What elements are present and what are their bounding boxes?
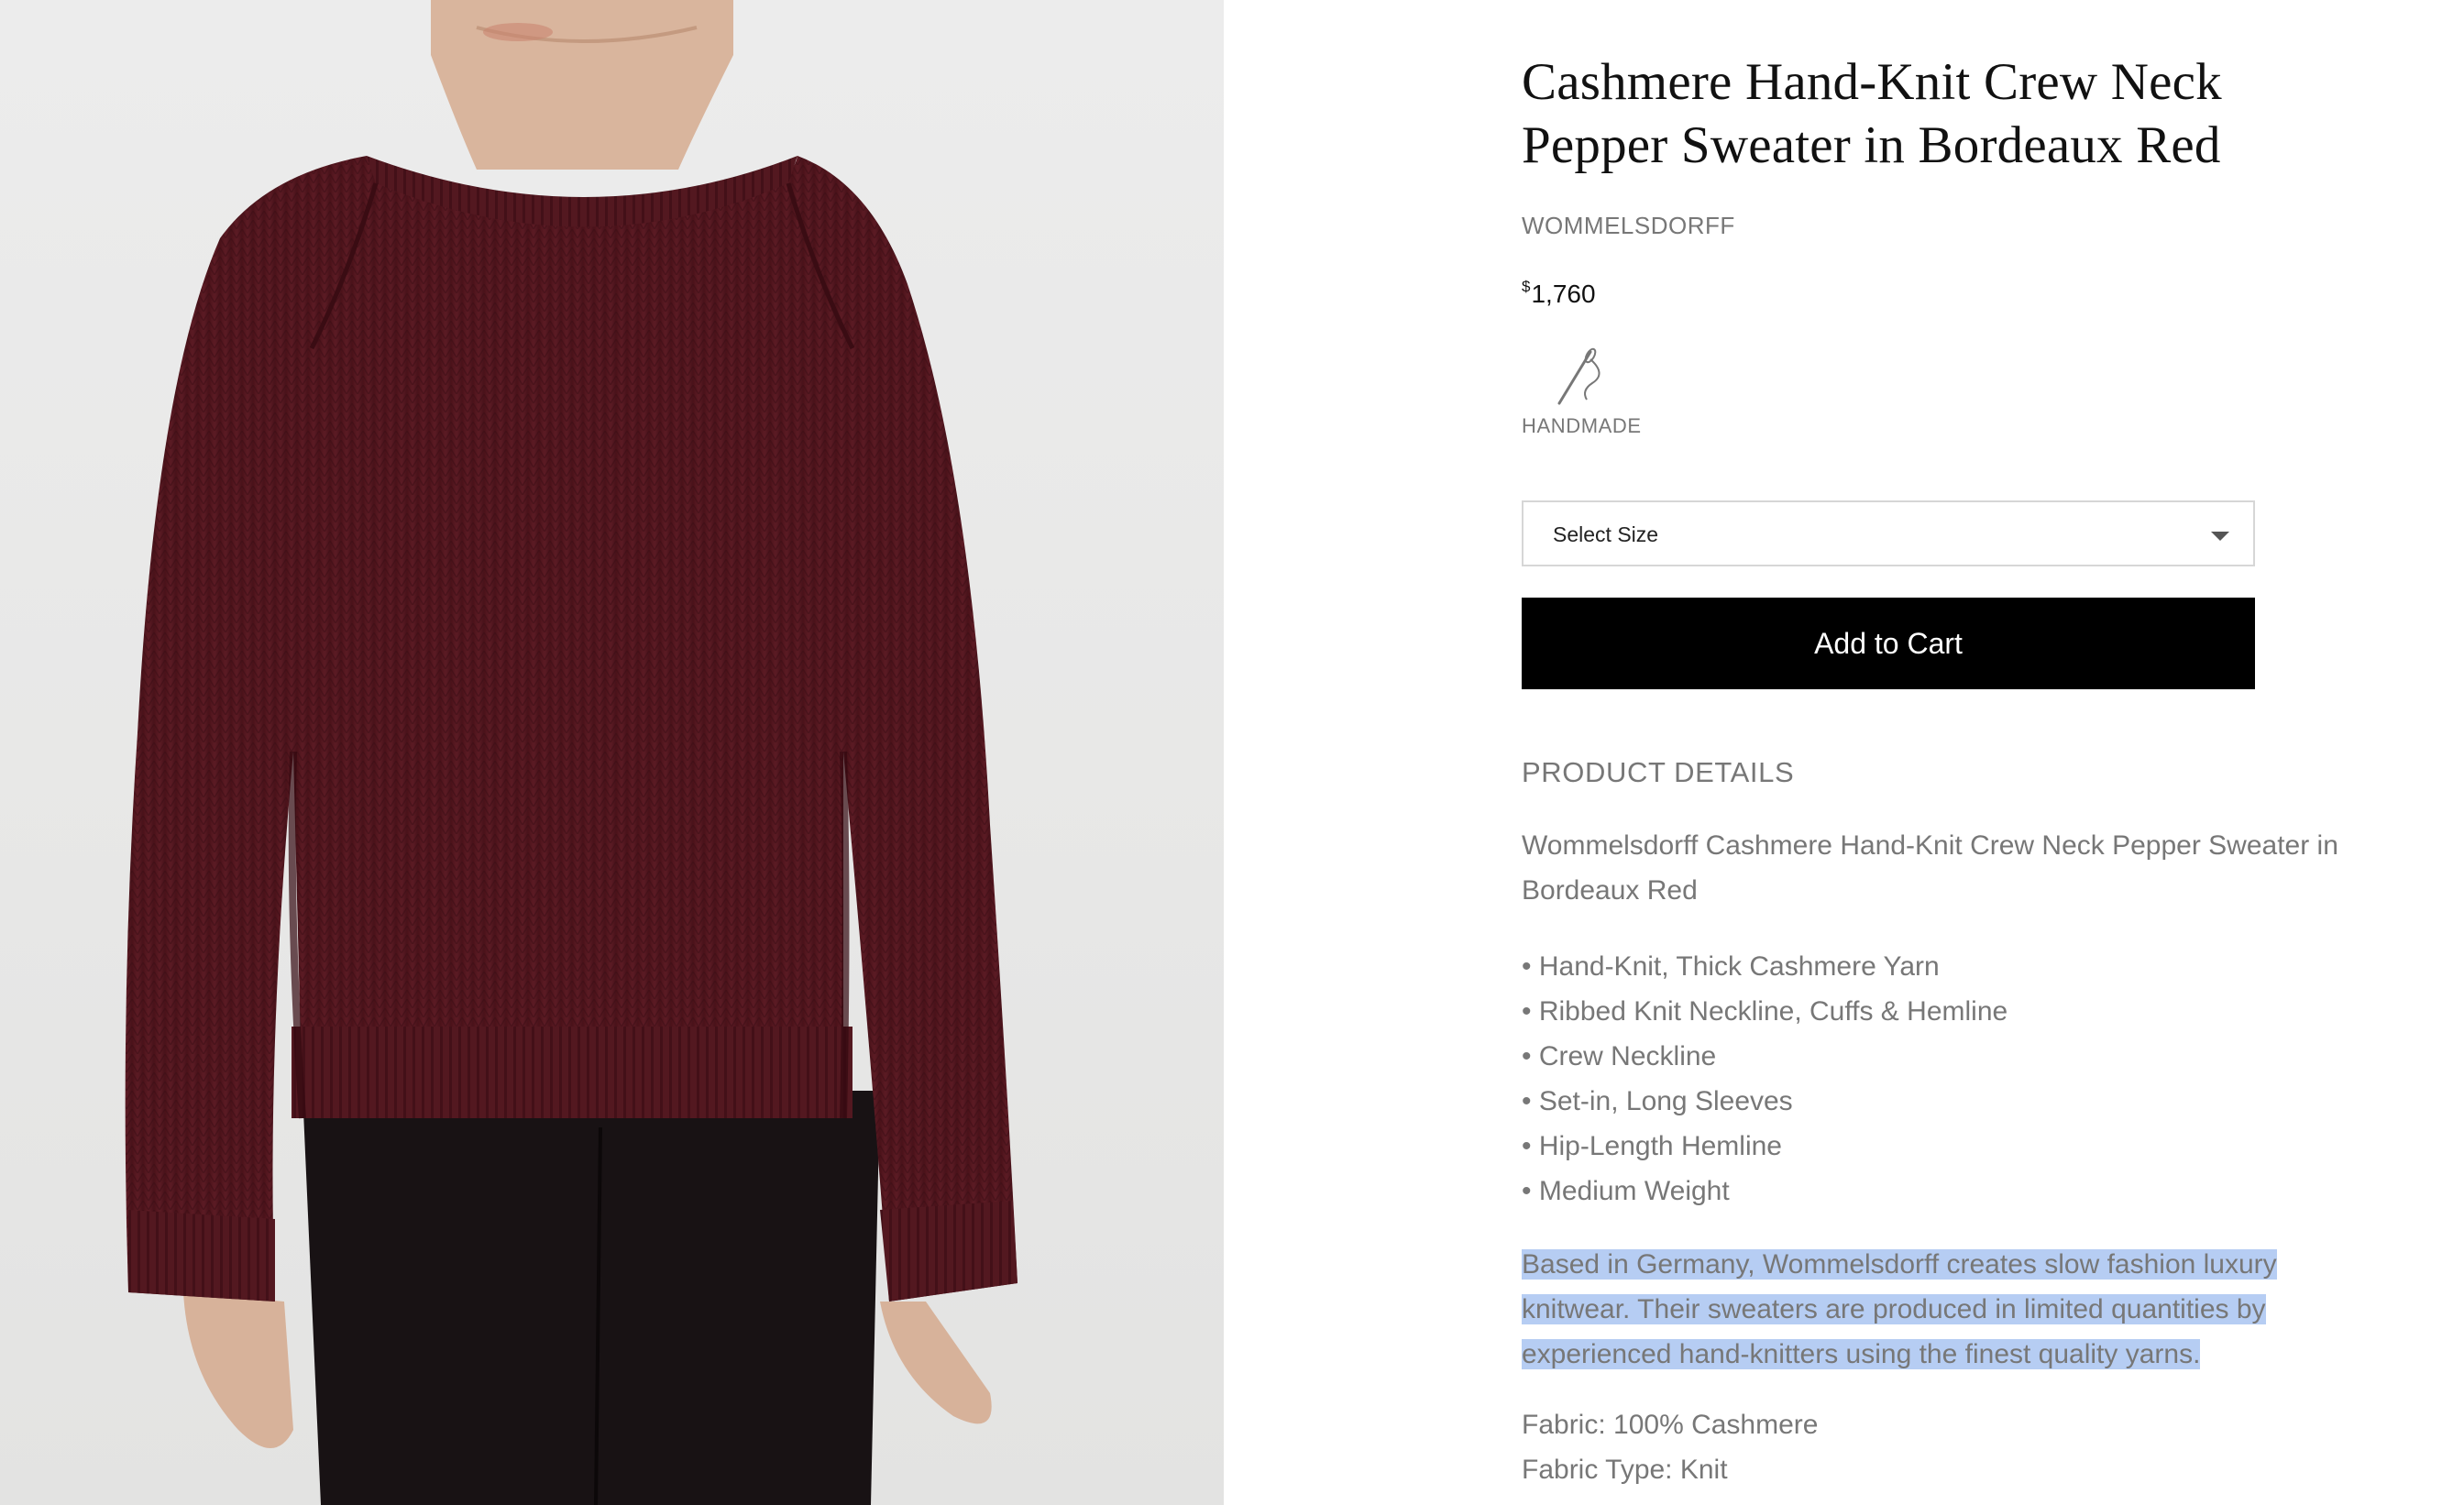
product-description: Wommelsdorff Cashmere Hand-Knit Crew Nec… — [1522, 830, 2338, 906]
product-image[interactable] — [0, 0, 1224, 1505]
size-select[interactable]: Select Size — [1522, 500, 2255, 566]
list-item: Hand-Knit, Thick Cashmere Yarn — [1522, 944, 2008, 989]
list-item: Hip-Length Hemline — [1522, 1124, 2008, 1169]
sweater-model-illustration — [125, 0, 1018, 1505]
needle-icon — [1557, 347, 1600, 405]
product-details-heading: PRODUCT DETAILS — [1522, 756, 1795, 788]
size-select-value: Select Size — [1553, 522, 1659, 546]
list-item: Medium Weight — [1522, 1169, 2008, 1214]
brand-about-text: Based in Germany, Wommelsdorff creates s… — [1522, 1242, 2388, 1377]
chevron-down-icon — [2211, 532, 2229, 541]
list-item: Set-in, Long Sleeves — [1522, 1079, 2008, 1124]
add-to-cart-button[interactable]: Add to Cart — [1522, 598, 2255, 689]
list-item: Ribbed Knit Neckline, Cuffs & Hemline — [1522, 989, 2008, 1034]
currency-symbol: $ — [1522, 278, 1531, 295]
selected-text-highlight: Based in Germany, Wommelsdorff creates s… — [1522, 1249, 2277, 1369]
fabric-type: Fabric Type: Knit — [1522, 1455, 1728, 1485]
fabric-info: Fabric: 100% Cashmere Fabric Type: Knit — [1522, 1402, 1818, 1492]
product-price: $1,760 — [1522, 278, 1596, 309]
brand-link[interactable]: WOMMELSDORFF — [1522, 212, 1735, 240]
fabric-content: Fabric: 100% Cashmere — [1522, 1410, 1819, 1440]
feature-list: Hand-Knit, Thick Cashmere Yarn Ribbed Kn… — [1522, 944, 2008, 1214]
product-title: Cashmere Hand-Knit Crew Neck Pepper Swea… — [1522, 53, 2222, 174]
price-value: 1,760 — [1531, 280, 1596, 308]
list-item: Crew Neckline — [1522, 1034, 2008, 1079]
handmade-label: HANDMADE — [1522, 414, 1642, 437]
